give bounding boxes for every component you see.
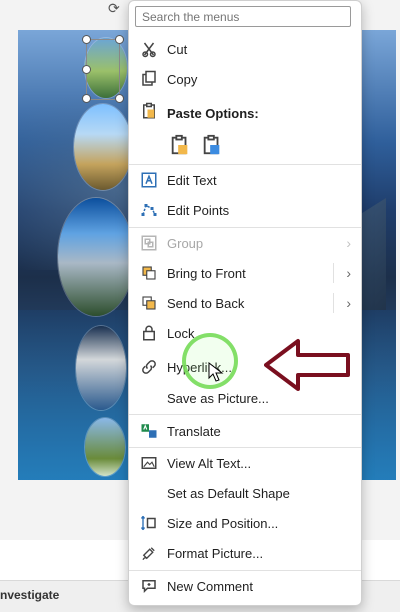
menu-item-edit-text[interactable]: Edit Text	[129, 166, 361, 194]
menu-item-label: Translate	[167, 423, 221, 439]
link-icon	[139, 357, 159, 377]
menu-item-label: Size and Position...	[167, 515, 279, 531]
resize-handle-top-right[interactable]	[115, 35, 124, 44]
resize-handle-bottom-right[interactable]	[115, 94, 124, 103]
context-menu: Cut Copy Paste Options: Edit Text Edit P…	[128, 0, 362, 606]
scissors-icon	[139, 39, 159, 59]
menu-separator	[129, 414, 361, 415]
callout-arrow-icon	[264, 339, 350, 391]
menu-separator	[129, 570, 361, 571]
lock-icon	[139, 323, 159, 343]
menu-item-label: Bring to Front	[167, 265, 246, 281]
translate-icon	[139, 421, 159, 441]
menu-item-translate[interactable]: Translate	[129, 417, 361, 445]
menu-item-size-and-position[interactable]: Size and Position...	[129, 509, 361, 537]
selection-frame[interactable]	[86, 39, 120, 100]
menu-item-label: New Comment	[167, 578, 253, 594]
menu-item-label: Lock	[167, 325, 195, 341]
menu-item-format-picture[interactable]: Format Picture...	[129, 539, 361, 567]
menu-item-view-alt-text[interactable]: View Alt Text...	[129, 449, 361, 477]
group-icon	[139, 233, 159, 253]
menu-item-label: Edit Points	[167, 202, 230, 218]
circle-photo-5[interactable]	[85, 418, 125, 476]
menu-item-cut[interactable]: Cut	[129, 35, 361, 63]
rotate-handle-icon[interactable]: ⟳	[108, 0, 126, 16]
menu-item-label: View Alt Text...	[167, 455, 252, 471]
menu-item-label: Format Picture...	[167, 545, 264, 561]
menu-item-label: Send to Back	[167, 295, 245, 311]
menu-item-label: Cut	[167, 41, 188, 57]
menu-separator	[129, 164, 361, 165]
menu-separator	[129, 447, 361, 448]
chevron-right-icon[interactable]: ›	[346, 295, 351, 311]
copy-icon	[139, 69, 159, 89]
menu-item-label: Edit Text	[167, 172, 217, 188]
submenu-divider	[333, 293, 334, 313]
menu-item-bring-to-front[interactable]: Bring to Front ›	[129, 259, 361, 287]
menu-item-copy[interactable]: Copy	[129, 65, 361, 93]
edit-points-icon	[139, 200, 159, 220]
alt-text-icon	[139, 453, 159, 473]
circle-photo-3[interactable]	[58, 198, 134, 316]
resize-handle-left[interactable]	[82, 65, 91, 74]
menu-item-group[interactable]: Group ›	[129, 229, 361, 257]
resize-handle-bottom-left[interactable]	[82, 94, 91, 103]
menu-item-send-to-back[interactable]: Send to Back ›	[129, 289, 361, 317]
menu-item-new-comment[interactable]: New Comment	[129, 572, 361, 600]
menu-item-set-as-default-shape[interactable]: Set as Default Shape	[129, 479, 361, 507]
paste-picture-icon[interactable]	[201, 134, 223, 156]
paste-keep-source-formatting-icon[interactable]	[169, 134, 191, 156]
chevron-right-icon: ›	[346, 235, 351, 251]
bring-to-front-icon	[139, 263, 159, 283]
menu-separator	[129, 227, 361, 228]
menu-item-label: Copy	[167, 71, 198, 87]
circle-photo-2[interactable]	[74, 104, 132, 190]
paste-options-title: Paste Options:	[167, 106, 259, 121]
size-position-icon	[139, 513, 159, 533]
chevron-right-icon[interactable]: ›	[346, 265, 351, 281]
edit-text-icon	[139, 170, 159, 190]
save-as-picture-icon	[139, 388, 159, 408]
circle-photo-4[interactable]	[76, 326, 126, 410]
mouse-cursor-icon	[208, 362, 224, 382]
status-text: nvestigate	[0, 588, 60, 602]
menu-item-label: Set as Default Shape	[167, 485, 290, 501]
resize-handle-top-left[interactable]	[82, 35, 91, 44]
send-to-back-icon	[139, 293, 159, 313]
default-shape-icon	[139, 483, 159, 503]
menu-item-label: Group	[167, 235, 204, 251]
menu-item-edit-points[interactable]: Edit Points	[129, 196, 361, 224]
paste-icon	[139, 101, 159, 121]
menu-search-input[interactable]	[135, 6, 351, 27]
submenu-divider	[333, 263, 334, 283]
menu-item-label: Save as Picture...	[167, 390, 269, 406]
format-picture-icon	[139, 543, 159, 563]
comment-icon	[139, 576, 159, 596]
